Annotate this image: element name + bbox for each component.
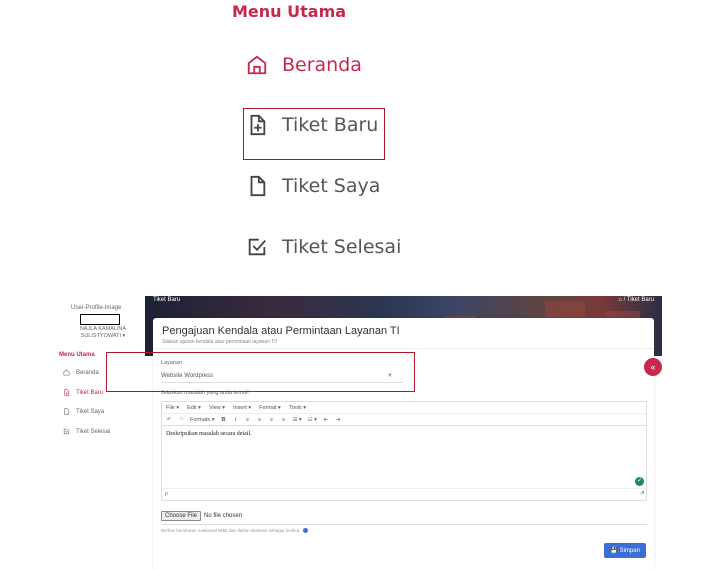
editor-content[interactable]: Deskripsikan masalah secara detail. ✓ (162, 426, 646, 488)
form-title: Pengajuan Kendala atau Permintaan Layana… (162, 325, 400, 337)
choose-file-button[interactable]: Choose File (161, 511, 202, 521)
editor-menu-file[interactable]: File ▾ (166, 405, 179, 411)
file-input: Choose File No file chosen (161, 511, 242, 521)
sidebar-item-label: Tiket Saya (76, 408, 105, 415)
rich-text-editor: File ▾ Edit ▾ View ▾ Insert ▾ Format ▾ T… (161, 401, 647, 501)
redo-icon[interactable]: ↷ (178, 417, 184, 423)
sidebar-item-label: Tiket Selesai (76, 428, 111, 435)
editor-menu-edit[interactable]: Edit ▾ (187, 405, 201, 411)
align-right-icon[interactable]: ≡ (268, 417, 274, 423)
file-icon (250, 175, 266, 197)
sidebar-item-beranda[interactable]: Beranda (63, 369, 99, 376)
divider (161, 524, 647, 525)
indent-icon[interactable]: ⇥ (335, 417, 341, 423)
check-square-icon (248, 238, 266, 256)
zoom-menu-item-label: Beranda (282, 54, 362, 76)
align-justify-icon[interactable]: ≡ (280, 417, 286, 423)
profile-redaction-box (80, 314, 120, 325)
zoom-menu-item-label: Tiket Saya (282, 175, 381, 197)
sidebar-menu-title: Menu Utama (59, 352, 95, 358)
align-left-icon[interactable]: ≡ (244, 417, 250, 423)
form-subtitle: Silakan ajukan kendala atau permintaan l… (162, 339, 277, 345)
resize-handle-icon[interactable]: ◢ (640, 487, 644, 497)
double-chevron-left-icon: « (650, 362, 656, 372)
check-square-icon (63, 428, 70, 435)
editor-menu-view[interactable]: View ▾ (209, 405, 225, 411)
save-icon: 💾 (610, 548, 618, 554)
sidebar-item-tiket-selesai[interactable]: Tiket Selesai (63, 428, 110, 435)
formats-dropdown[interactable]: Formats ▾ (190, 417, 214, 423)
zoom-menu-item-tiket-saya[interactable]: Tiket Saya (246, 175, 380, 197)
user-name-dropdown[interactable]: NAJLA KAMALINA SULISTYOWATI ▾ (75, 326, 131, 340)
editor-menu-insert[interactable]: Insert ▾ (233, 405, 251, 411)
sidebar-item-label: Beranda (76, 369, 99, 376)
numbered-list-icon[interactable]: ☷ ▾ (308, 417, 317, 423)
editor-statusbar: p ◢ (162, 488, 646, 498)
highlight-box (243, 108, 385, 160)
outdent-icon[interactable]: ⇤ (323, 417, 329, 423)
editor-text: Deskripsikan masalah secara detail. (166, 431, 252, 437)
sidebar-item-label: Tiket Baru (76, 389, 104, 396)
editor-menu-tools[interactable]: Tools ▾ (289, 405, 306, 411)
zoom-menu-item-tiket-selesai[interactable]: Tiket Selesai (246, 236, 401, 258)
app-screenshot: User-Profile-Image NAJLA KAMALINA SULIST… (55, 296, 662, 569)
profile-image: User-Profile-Image (71, 305, 122, 311)
editor-menubar: File ▾ Edit ▾ View ▾ Insert ▾ Format ▾ T… (162, 402, 646, 414)
file-status: No file chosen (204, 513, 243, 519)
grammar-check-icon[interactable]: ✓ (635, 477, 644, 486)
editor-toolbar: ↶ ↷ Formats ▾ B I ≡ ≡ ≡ ≡ ☰ ▾ ☷ ▾ ⇤ ⇥ (162, 414, 646, 426)
home-icon (63, 369, 70, 376)
bold-icon[interactable]: B (220, 417, 226, 423)
home-icon (247, 55, 267, 75)
undo-icon[interactable]: ↶ (166, 417, 172, 423)
breadcrumb[interactable]: ⌂ / Tiket Baru (618, 297, 654, 303)
italic-icon[interactable]: I (232, 417, 238, 423)
sidebar-item-tiket-baru[interactable]: Tiket Baru (63, 389, 103, 396)
zoom-menu-item-label: Tiket Selesai (282, 236, 402, 258)
save-button[interactable]: 💾 Simpan (604, 543, 646, 558)
info-icon[interactable] (303, 528, 309, 533)
editor-menu-format[interactable]: Format ▾ (259, 405, 281, 411)
highlight-box (106, 352, 415, 392)
page-title: Tiket Baru (153, 297, 181, 303)
file-note: Berkas berukuran maksimal 5MB dan dalam … (161, 528, 309, 533)
bullet-list-icon[interactable]: ☰ ▾ (292, 417, 301, 423)
file-plus-icon (64, 389, 70, 396)
sidebar: User-Profile-Image NAJLA KAMALINA SULIST… (55, 296, 145, 569)
file-note-text: Berkas berukuran maksimal 5MB dan dalam … (161, 528, 301, 533)
sidebar-item-tiket-saya[interactable]: Tiket Saya (63, 408, 104, 415)
editor-path: p (165, 491, 168, 497)
divider (153, 348, 654, 349)
zoom-menu-title: Menu Utama (232, 2, 347, 21)
zoom-menu-item-beranda[interactable]: Beranda (246, 54, 362, 76)
align-center-icon[interactable]: ≡ (256, 417, 262, 423)
save-label: Simpan (619, 547, 640, 554)
file-icon (64, 408, 70, 415)
collapse-sidebar-button[interactable]: « (644, 358, 662, 376)
